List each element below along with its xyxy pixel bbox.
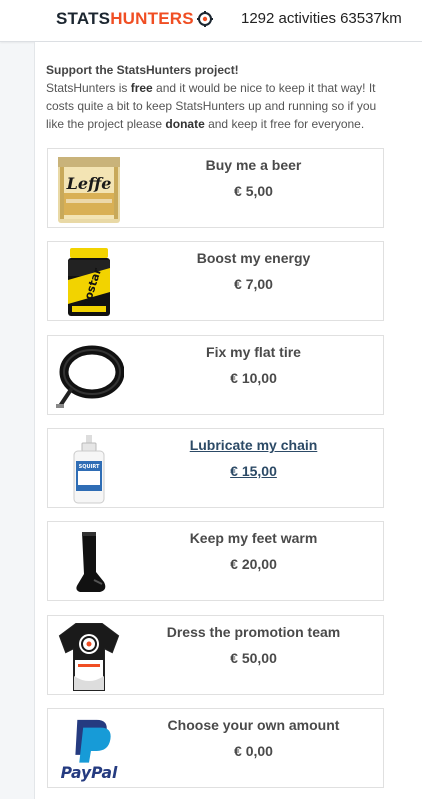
activity-summary: 1292 activities 63537km (241, 10, 402, 27)
donation-price: € 5,00 (234, 183, 273, 199)
donation-name: Lubricate my chain (189, 437, 318, 453)
donation-name: Fix my flat tire (206, 344, 301, 360)
donation-text: Boost my energy € 7,00 (124, 242, 383, 320)
beer-pack-icon: Leffe (54, 153, 124, 225)
support-text-part: StatsHunters is (46, 81, 131, 95)
activities-count: 1292 activities (241, 10, 337, 27)
donation-name: Choose your own amount (167, 717, 340, 733)
donation-price: € 20,00 (230, 556, 277, 572)
support-text-part: and keep it free for everyone. (204, 117, 365, 131)
donation-price: € 15,00 (230, 463, 277, 479)
donation-name: Dress the promotion team (166, 624, 341, 640)
energy-drink-icon: isostar (54, 246, 124, 318)
donation-name: Boost my energy (196, 250, 311, 266)
support-title: Support the StatsHunters project! (46, 63, 239, 77)
donate-emphasis: donate (165, 117, 205, 131)
donation-price: € 0,00 (234, 743, 273, 759)
donation-name: Keep my feet warm (189, 530, 318, 546)
paypal-icon: PayPal (54, 713, 124, 785)
top-header: STATS HUNTERS 1292 activities 63537km (0, 0, 422, 42)
donation-card-beer[interactable]: Leffe Buy me a beer € 5,00 (47, 148, 384, 228)
support-intro: Support the StatsHunters project! StatsH… (46, 61, 386, 133)
donation-price: € 50,00 (230, 650, 277, 666)
svg-text:SQUIRT: SQUIRT (79, 464, 100, 470)
donation-text: Buy me a beer € 5,00 (124, 149, 383, 227)
donation-card-sock[interactable]: Keep my feet warm € 20,00 (47, 521, 384, 601)
logo-text-stats: STATS (56, 9, 111, 28)
chain-lube-icon: SQUIRT (54, 433, 124, 505)
donation-card-energy[interactable]: isostar Boost my energy € 7,00 (47, 241, 384, 321)
inner-tube-icon (54, 340, 124, 412)
donation-text: Lubricate my chain € 15,00 (124, 429, 383, 507)
paypal-logo-text: PayPal (61, 764, 118, 782)
donation-card-lube[interactable]: SQUIRT Lubricate my chain € 15,00 (47, 428, 384, 508)
donation-name: Buy me a beer (205, 157, 302, 173)
donation-text: Keep my feet warm € 20,00 (124, 522, 383, 600)
free-emphasis: free (130, 81, 153, 95)
jersey-icon (54, 620, 124, 692)
crosshair-icon (196, 11, 213, 27)
donation-price: € 10,00 (230, 370, 277, 386)
sock-icon (54, 526, 124, 598)
logo-text-hunters: HUNTERS (110, 9, 194, 28)
donation-card-tire[interactable]: Fix my flat tire € 10,00 (47, 335, 384, 415)
support-text: StatsHunters is free and it would be nic… (46, 79, 386, 133)
donation-card-custom[interactable]: PayPal Choose your own amount € 0,00 (47, 708, 384, 788)
donation-card-jersey[interactable]: Dress the promotion team € 50,00 (47, 615, 384, 695)
donation-text: Fix my flat tire € 10,00 (124, 336, 383, 414)
statshunters-logo[interactable]: STATS HUNTERS (56, 8, 213, 30)
donation-text: Choose your own amount € 0,00 (124, 709, 383, 787)
donation-text: Dress the promotion team € 50,00 (124, 616, 383, 694)
beer-brand-text: Leffe (66, 174, 112, 193)
total-distance: 63537km (340, 10, 402, 27)
donation-price: € 7,00 (234, 276, 273, 292)
